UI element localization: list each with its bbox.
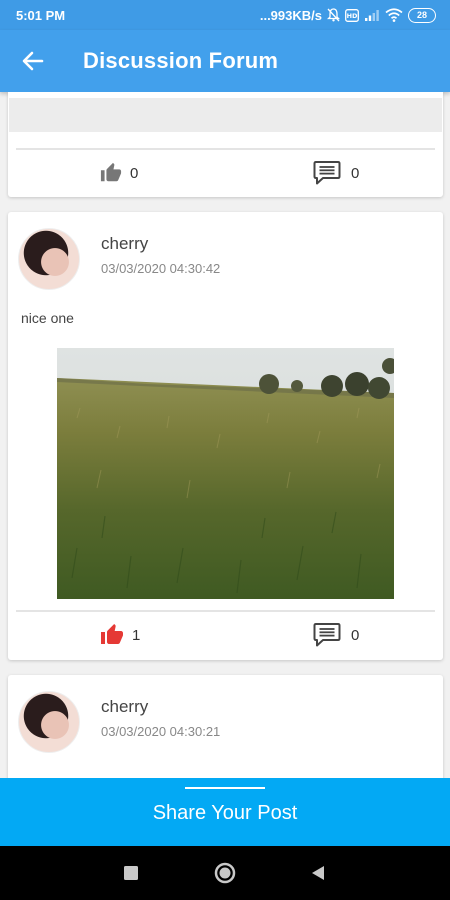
post-image-placeholder	[9, 98, 442, 132]
volte-icon: HD	[345, 8, 359, 22]
like-count: 1	[132, 626, 141, 644]
alarm-off-icon	[327, 8, 340, 22]
network-speed: ...993KB/s	[259, 7, 322, 23]
signal-icon	[364, 9, 380, 22]
back-triangle-icon	[312, 866, 324, 880]
home-circle-icon	[214, 862, 236, 884]
home-button[interactable]	[210, 858, 240, 888]
author-name[interactable]: cherry	[101, 234, 148, 254]
comment-button[interactable]: 0	[313, 150, 359, 196]
share-post-button[interactable]: Share Your Post	[0, 778, 450, 846]
status-icons: ...993KB/s HD 28	[259, 7, 436, 23]
post-header: cherry 03/03/2020 04:30:21	[18, 689, 428, 753]
like-button[interactable]: 1	[100, 612, 140, 658]
comment-icon	[313, 623, 341, 647]
recents-square-icon	[124, 866, 138, 880]
navigation-bar	[0, 846, 450, 900]
status-bar: 5:01 PM ...993KB/s HD 28	[0, 0, 450, 30]
post-timestamp: 03/03/2020 04:30:21	[101, 724, 221, 739]
avatar[interactable]	[18, 228, 80, 290]
comment-count: 0	[351, 164, 360, 182]
avatar[interactable]	[18, 691, 80, 753]
back-button[interactable]	[0, 30, 66, 92]
battery-icon: 28	[408, 7, 436, 23]
comment-button[interactable]: 0	[313, 612, 359, 658]
drag-handle	[185, 787, 265, 789]
post-card: cherry 03/03/2020 04:30:42 nice one 1 0	[8, 212, 443, 660]
recents-button[interactable]	[116, 858, 146, 888]
page-title: Discussion Forum	[83, 48, 279, 73]
nav-back-button[interactable]	[303, 858, 333, 888]
screen: 5:01 PM ...993KB/s HD 28 Discussion Foru	[0, 0, 450, 900]
wifi-icon	[385, 8, 403, 22]
post-card: 0 0	[8, 92, 443, 197]
comment-icon	[313, 161, 341, 185]
post-card: cherry 03/03/2020 04:30:21	[8, 675, 443, 778]
author-name[interactable]: cherry	[101, 697, 148, 717]
arrow-left-icon	[22, 51, 44, 71]
share-post-label: Share Your Post	[152, 801, 298, 824]
post-timestamp: 03/03/2020 04:30:42	[101, 261, 221, 276]
post-image[interactable]	[57, 348, 394, 599]
post-actions: 1 0	[8, 612, 443, 658]
status-time: 5:01 PM	[16, 7, 66, 23]
like-button[interactable]: 0	[100, 150, 138, 196]
app-bar: Discussion Forum	[0, 30, 450, 92]
post-header: cherry 03/03/2020 04:30:42	[18, 226, 428, 290]
thumbs-up-icon	[100, 162, 122, 182]
post-actions: 0 0	[8, 150, 443, 196]
like-count: 0	[130, 164, 139, 182]
thumbs-up-icon	[101, 624, 123, 644]
comment-count: 0	[351, 626, 360, 644]
svg-text:HD: HD	[347, 12, 358, 20]
post-feed[interactable]: 0 0 cherry 03/03/2020 04:30:42 nice one …	[0, 92, 450, 778]
post-text: nice one	[21, 310, 74, 326]
